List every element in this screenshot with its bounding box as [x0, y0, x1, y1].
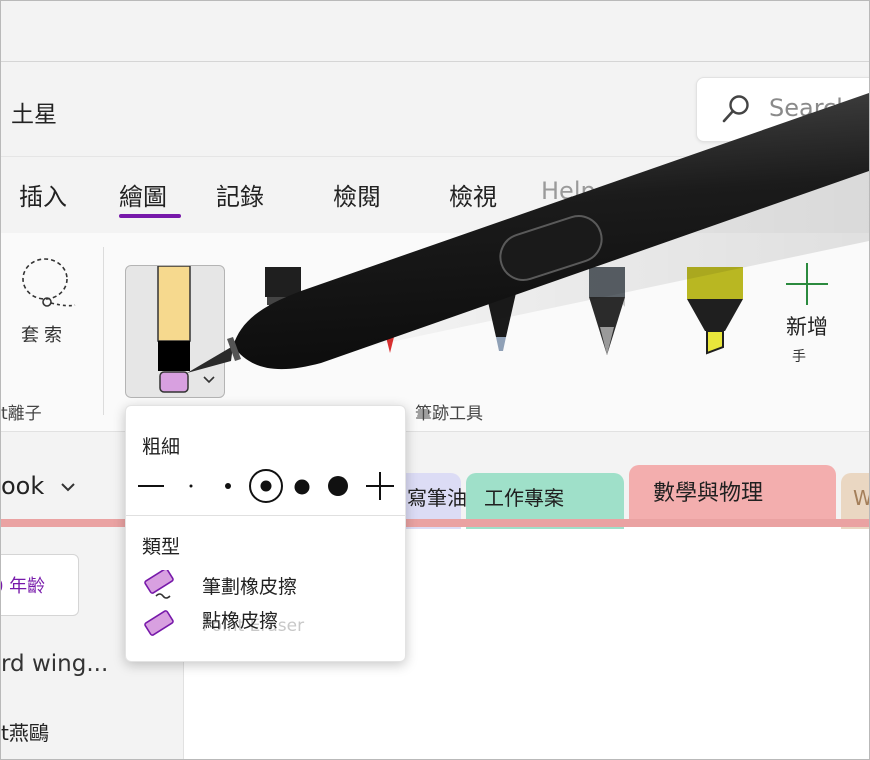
thickness-label: 粗細	[142, 436, 181, 458]
stroke-eraser-label: 筆劃橡皮擦	[202, 576, 298, 598]
stroke-eraser-icon	[144, 570, 174, 599]
point-eraser-icon	[144, 610, 174, 636]
thickness-l-icon[interactable]	[292, 476, 312, 498]
thickness-add-icon[interactable]	[364, 470, 396, 502]
thickness-m-selected-icon[interactable]	[248, 468, 284, 504]
stroke-eraser-option[interactable]: 筆劃橡皮擦	[126, 566, 405, 602]
thickness-s-icon[interactable]	[220, 476, 236, 496]
thickness-xs-icon[interactable]	[184, 476, 198, 496]
app-window: 土星 Search 插入 繪圖 記錄 檢閱 檢視 Help 套索 t離子 新增 …	[0, 0, 870, 760]
type-label: 類型	[142, 536, 181, 558]
point-eraser-option[interactable]: Point Eraser 點橡皮擦	[126, 604, 405, 644]
thickness-line-icon[interactable]	[136, 476, 166, 496]
thickness-xl-icon[interactable]	[326, 474, 350, 498]
eraser-options-popup: 粗細 類型 筆劃橡皮擦 Point Eraser 點橡皮擦	[125, 405, 406, 662]
point-eraser-label: 點橡皮擦	[202, 610, 279, 632]
popup-divider	[126, 515, 405, 516]
